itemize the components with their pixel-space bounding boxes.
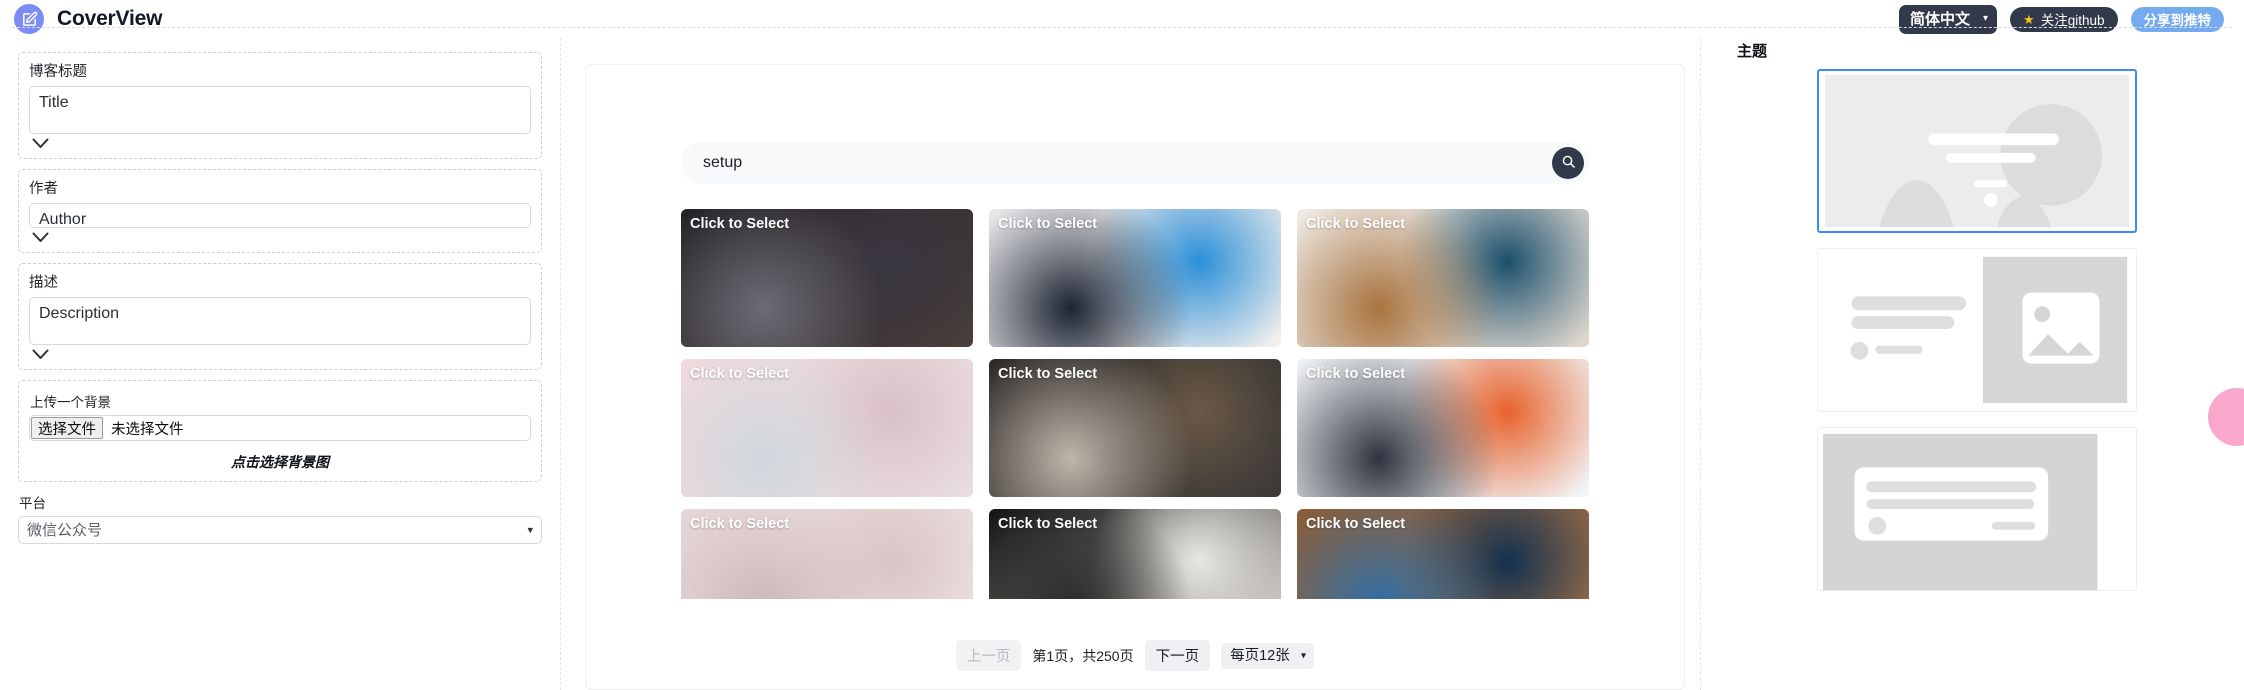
thumbnail-select-label: Click to Select [690,366,790,382]
image-picker-column: Click to Select Click to Select Click to S… [561,38,1700,690]
thumbnail-select-label: Click to Select [690,516,790,532]
image-thumbnail[interactable]: Click to Select [989,359,1281,497]
thumbnail-select-label: Click to Select [998,516,1098,532]
image-thumbnail[interactable]: Click to Select [1297,509,1589,599]
upload-label: 上传一个背景 [30,395,111,410]
image-thumbnail[interactable]: Click to Select [989,509,1281,599]
per-page-wrap[interactable]: 每页12张 ▾ [1221,642,1315,669]
app-header: CoverView 简体中文 ▾ ★ 关注github 分享到推特 [0,0,2244,38]
brand: CoverView [14,4,162,34]
field-blog-title: 博客标题 Title [18,52,542,159]
theme-preview-art [1822,433,2098,590]
author-expand[interactable] [29,228,531,248]
blog-title-input[interactable]: Title [29,86,531,134]
image-thumbnail[interactable]: Click to Select [1297,359,1589,497]
platform-select-wrap[interactable]: 微信公众号 ▾ [18,516,542,544]
image-thumbnail[interactable]: Click to Select [681,359,973,497]
theme-card-list [1701,69,2244,591]
thumbnail-select-label: Click to Select [690,216,790,232]
chevron-down-icon [32,137,49,152]
chevron-down-icon [32,231,49,246]
platform-select[interactable]: 微信公众号 [18,516,542,544]
file-input-row[interactable]: 选择文件 未选择文件 [29,415,531,441]
image-thumbnail[interactable]: Click to Select [681,209,973,347]
theme-card[interactable] [1817,427,2137,591]
theme-preview-art [1818,249,2136,411]
thumbnail-select-label: Click to Select [998,216,1098,232]
choose-file-button[interactable]: 选择文件 [31,417,103,439]
search-button[interactable] [1552,147,1584,179]
field-description: 描述 Description [18,263,542,370]
page-info-text: 第1页，共250页 [1032,647,1134,664]
language-select[interactable]: 简体中文 [1899,4,1998,34]
field-blog-title-label: 博客标题 [29,64,87,80]
app-logo [14,4,44,34]
chevron-down-icon [32,348,49,363]
upload-hint-text: 点击选择背景图 [231,454,329,470]
thumbnail-select-label: Click to Select [1306,516,1406,532]
settings-sidebar: 博客标题 Title 作者 Author 描述 Description 上传一个… [0,38,560,690]
github-follow-label: 关注github [2040,13,2105,28]
description-expand[interactable] [29,345,531,365]
blog-title-expand[interactable] [29,134,531,154]
image-grid: Click to Select Click to Select Click to S… [586,209,1684,599]
background-upload-section: 上传一个背景 选择文件 未选择文件 点击选择背景图 [18,380,542,482]
description-input[interactable]: Description [29,297,531,345]
per-page-select[interactable]: 每页12张 [1221,642,1315,669]
image-thumbnail[interactable]: Click to Select [989,209,1281,347]
search-wrap [681,142,1589,184]
field-description-label: 描述 [29,275,58,291]
language-switcher[interactable]: 简体中文 ▾ [1899,4,1998,34]
edit-square-icon [21,11,38,28]
field-author: 作者 Author [18,169,542,253]
theme-preview-art [1824,74,2130,228]
search-row [586,142,1684,184]
header-actions: 简体中文 ▾ ★ 关注github 分享到推特 [1899,4,2230,34]
thumbnail-select-label: Click to Select [998,366,1098,382]
theme-panel: 主题 [1701,38,2244,690]
thumbnail-select-label: Click to Select [1306,366,1406,382]
file-status-text: 未选择文件 [111,421,184,438]
prev-page-button[interactable]: 上一页 [955,640,1022,671]
image-thumbnail[interactable]: Click to Select [681,509,973,599]
header-divider [12,27,2232,28]
field-author-label: 作者 [29,181,58,197]
image-thumbnail[interactable]: Click to Select [1297,209,1589,347]
theme-card[interactable] [1817,69,2137,233]
author-input[interactable]: Author [29,203,531,228]
search-input[interactable] [681,142,1589,184]
image-picker-panel: Click to Select Click to Select Click to S… [585,64,1685,690]
theme-card[interactable] [1817,248,2137,412]
theme-panel-title: 主题 [1737,43,1768,60]
platform-label: 平台 [19,496,46,511]
search-icon [1561,154,1576,172]
pagination: 上一页 第1页，共250页 下一页 每页12张 ▾ [586,640,1684,671]
next-page-button[interactable]: 下一页 [1144,640,1211,671]
thumbnail-select-label: Click to Select [1306,216,1406,232]
star-icon: ★ [2023,11,2035,27]
